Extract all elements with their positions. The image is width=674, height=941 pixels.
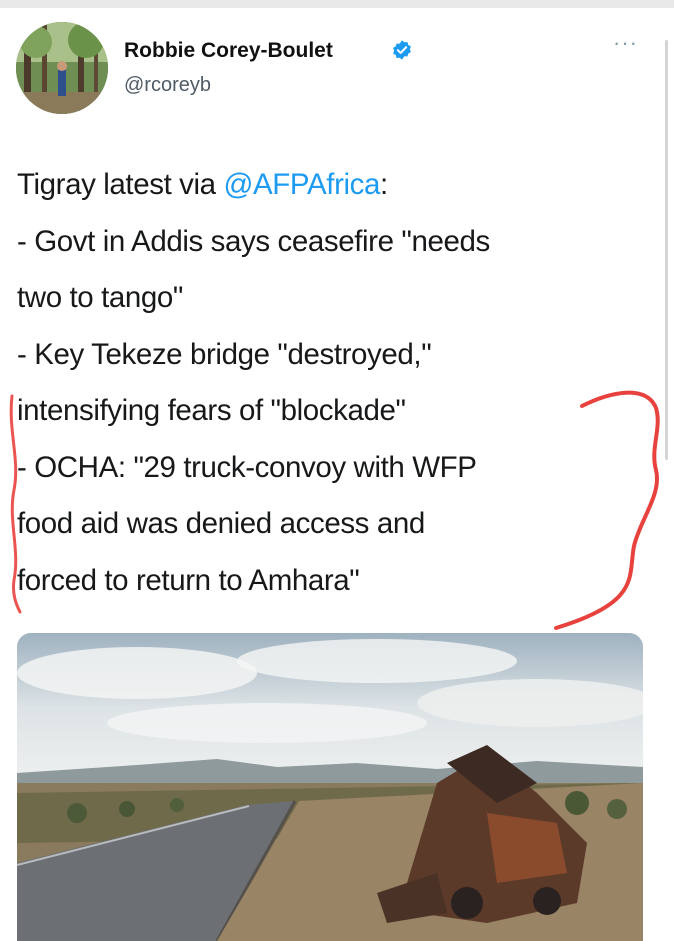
text-line: - OCHA: "29 truck-convoy with WFP (17, 450, 477, 484)
text-line: - Govt in Addis says ceasefire "needs (17, 224, 490, 258)
text-fragment: Tigray latest via (17, 168, 224, 201)
text-fragment: : (380, 168, 388, 201)
text-line: intensifying fears of "blockade" (17, 394, 406, 427)
author-handle[interactable]: @rcoreyb (124, 74, 211, 97)
author-display-name[interactable]: Robbie Corey-Boulet (124, 39, 333, 63)
mention-link[interactable]: @AFPAfrica (223, 168, 380, 201)
text-line: forced to return to Amhara" (17, 563, 360, 597)
text-line: food aid was denied access and (17, 507, 425, 540)
tweet-media-photo[interactable] (17, 633, 643, 941)
text-line: Tigray latest via @AFPAfrica: (17, 157, 667, 214)
tweet-text: Tigray latest via @AFPAfrica: - Govt in … (17, 157, 667, 609)
tweet-card[interactable]: Robbie Corey-Boulet @rcoreyb ··· Tigray … (0, 0, 674, 941)
avatar[interactable] (16, 22, 108, 114)
text-line: two to tango" (17, 281, 183, 314)
text-line: - Key Tekeze bridge "destroyed," (17, 337, 432, 371)
more-options-icon[interactable]: ··· (613, 32, 638, 54)
avatar-photo (16, 22, 108, 114)
burned-truck-photo (17, 633, 643, 941)
verified-badge-icon (393, 40, 411, 60)
top-divider (0, 0, 674, 8)
